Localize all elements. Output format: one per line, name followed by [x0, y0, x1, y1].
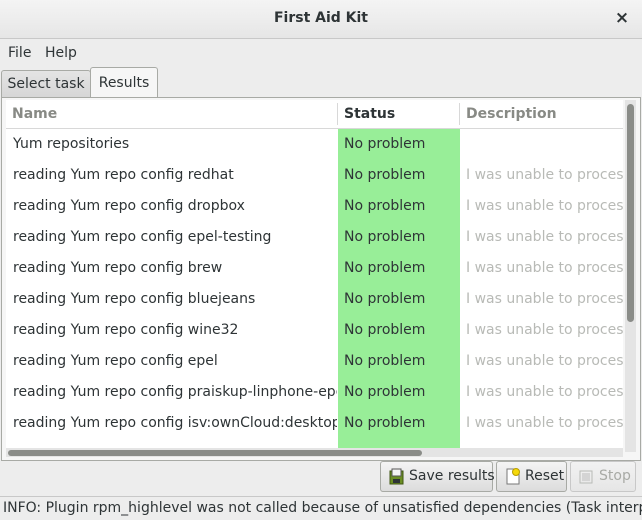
cell-description: I was unable to process t — [466, 198, 623, 214]
cell-description: I was unable to process t — [466, 167, 623, 183]
table-row[interactable]: reading Yum repo config praiskup-linphon… — [6, 377, 623, 408]
results-panel: Name Status Description Yum repositories… — [1, 97, 641, 461]
reset-icon — [506, 468, 520, 485]
cell-status: No problem — [344, 353, 426, 369]
cell-description: I was unable to process t — [466, 291, 623, 307]
table-row[interactable]: reading Yum repo config epel-testing No p… — [6, 222, 623, 253]
cell-description: I was unable to process t — [466, 353, 623, 369]
tab-bar: Select task Results — [0, 67, 642, 99]
app-window: First Aid Kit × File Help Select task Re… — [0, 0, 642, 520]
reset-label: Reset — [525, 468, 565, 484]
cell-name: reading Yum repo config dropbox — [13, 198, 245, 214]
close-icon[interactable]: × — [614, 9, 630, 27]
cell-status: No problem — [344, 198, 426, 214]
stop-label: Stop — [599, 468, 631, 484]
table-row[interactable]: reading Yum repo config epel No problem I … — [6, 346, 623, 377]
cell-description: I was unable to process t — [466, 384, 623, 400]
table-header: Name Status Description — [6, 100, 623, 129]
vertical-scrollbar-thumb[interactable] — [627, 104, 634, 322]
table-row[interactable]: reading Yum repo config brew No problem I … — [6, 253, 623, 284]
cell-status: No problem — [344, 415, 426, 431]
table-row[interactable]: reading Yum repo config redhat No problem… — [6, 160, 623, 191]
cell-status: No problem — [344, 384, 426, 400]
table-row[interactable]: reading Yum repo config isv:ownCloud:des… — [6, 408, 623, 439]
results-table[interactable]: Name Status Description Yum repositories… — [6, 100, 623, 452]
reset-button[interactable]: Reset — [496, 461, 567, 492]
vertical-scrollbar[interactable] — [625, 100, 636, 452]
title-bar[interactable]: First Aid Kit × — [0, 0, 642, 39]
tab-results[interactable]: Results — [90, 67, 158, 99]
column-header-status[interactable]: Status — [338, 100, 460, 128]
menu-bar: File Help — [0, 39, 642, 67]
horizontal-scrollbar-thumb[interactable] — [8, 450, 422, 456]
cell-description — [466, 129, 623, 160]
cell-name: reading Yum repo config redhat — [13, 167, 234, 183]
status-bar: INFO: Plugin rpm_highlevel was not calle… — [0, 496, 642, 520]
cell-name: reading Yum repo config isv:ownCloud:des… — [13, 415, 337, 431]
cell-name: Yum repositories — [13, 136, 130, 152]
column-header-name[interactable]: Name — [6, 100, 338, 128]
cell-name: reading Yum repo config bluejeans — [13, 291, 256, 307]
cell-name: reading Yum repo config wine32 — [13, 322, 239, 338]
menu-help[interactable]: Help — [45, 45, 77, 61]
window-title: First Aid Kit — [273, 10, 369, 26]
table-row[interactable]: reading Yum repo config dropbox No proble… — [6, 191, 623, 222]
cell-description: I was unable to process t — [466, 415, 623, 431]
stop-button[interactable]: Stop — [570, 461, 636, 492]
cell-description: I was unable to process t — [466, 229, 623, 245]
cell-name: reading Yum repo config epel-testing — [13, 229, 272, 245]
column-header-description[interactable]: Description — [460, 100, 623, 128]
status-message: INFO: Plugin rpm_highlevel was not calle… — [3, 500, 642, 516]
table-row[interactable]: Yum repositories No problem — [6, 129, 623, 160]
stop-icon — [579, 470, 593, 484]
cell-name: reading Yum repo config praiskup-linphon… — [13, 384, 337, 400]
cell-status: No problem — [344, 136, 426, 152]
cell-status: No problem — [344, 291, 426, 307]
cell-status: No problem — [344, 322, 426, 338]
horizontal-scrollbar[interactable] — [6, 448, 623, 457]
tab-select-task[interactable]: Select task — [1, 70, 91, 97]
menu-file[interactable]: File — [8, 45, 31, 61]
save-results-label: Save results — [409, 468, 495, 484]
cell-status: No problem — [344, 167, 426, 183]
cell-description: I was unable to process t — [466, 322, 623, 338]
save-results-button[interactable]: Save results — [380, 461, 495, 492]
table-row[interactable]: reading Yum repo config bluejeans No prob… — [6, 284, 623, 315]
cell-description: I was unable to process t — [466, 260, 623, 276]
cell-status: No problem — [344, 229, 426, 245]
cell-status: No problem — [344, 260, 426, 276]
cell-name: reading Yum repo config brew — [13, 260, 223, 276]
save-results-icon — [389, 468, 404, 485]
cell-name: reading Yum repo config epel — [13, 353, 218, 369]
table-row[interactable]: reading Yum repo config wine32 No problem… — [6, 315, 623, 346]
